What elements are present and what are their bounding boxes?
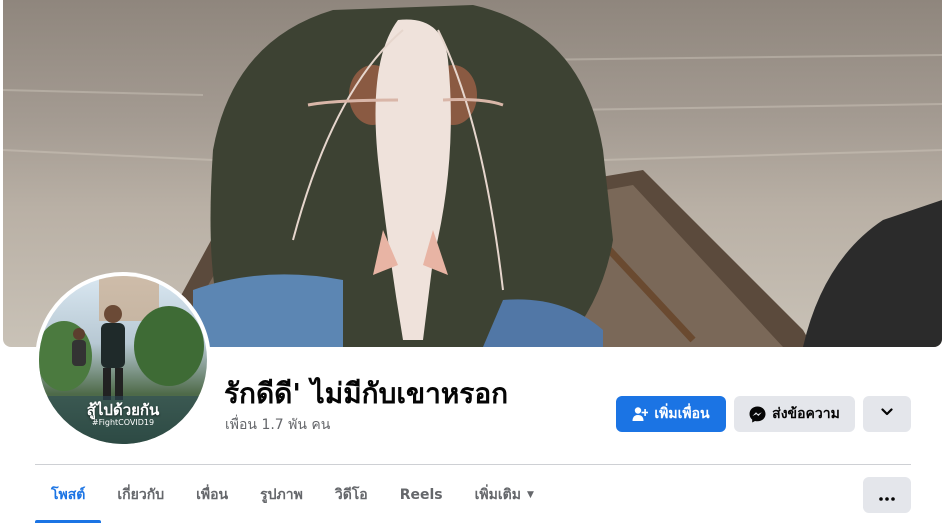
tab-label: รูปภาพ [260, 486, 303, 503]
profile-name: รักดีดี' ไม่มีกับเขาหรอก [224, 377, 509, 410]
avatar-photo: สู้ไปด้วยกัน #FightCOVID19 [39, 276, 207, 444]
message-button[interactable]: ส่งข้อความ [734, 396, 855, 432]
tab-more[interactable]: เพิ่มเติม ▼ [459, 466, 550, 523]
tab-label: วิดีโอ [334, 486, 368, 503]
tab-label: โพสต์ [51, 486, 86, 503]
messenger-icon [749, 406, 766, 423]
tab-friends[interactable]: เพื่อน [180, 466, 244, 523]
message-label: ส่งข้อความ [772, 406, 840, 422]
chevron-down-icon [880, 405, 894, 423]
tab-label: เพิ่มเติม [474, 486, 521, 503]
tab-label: เกี่ยวกับ [117, 486, 165, 503]
tab-posts[interactable]: โพสต์ [35, 466, 102, 523]
header-divider [35, 464, 911, 465]
tab-about[interactable]: เกี่ยวกับ [101, 466, 180, 523]
tab-reels[interactable]: Reels [384, 466, 459, 523]
more-actions-button[interactable] [863, 396, 911, 432]
tab-overflow-button[interactable] [863, 477, 911, 513]
tab-videos[interactable]: วิดีโอ [319, 466, 384, 523]
add-friend-label: เพิ่มเพื่อน [654, 406, 710, 422]
person-plus-icon [632, 406, 649, 422]
profile-tabs: โพสต์ เกี่ยวกับ เพื่อน รูปภาพ วิดีโอ Ree… [35, 466, 550, 523]
avatar-hashtag: #FightCOVID19 [91, 418, 155, 427]
tab-label: เพื่อน [196, 486, 229, 503]
tab-label: Reels [399, 486, 443, 503]
profile-avatar[interactable]: สู้ไปด้วยกัน #FightCOVID19 [35, 272, 211, 448]
friend-count[interactable]: เพื่อน 1.7 พัน คน [225, 414, 330, 436]
add-friend-button[interactable]: เพิ่มเพื่อน [616, 396, 726, 432]
caret-down-icon: ▼ [526, 489, 534, 500]
ellipsis-icon [879, 486, 895, 505]
tab-photos[interactable]: รูปภาพ [244, 466, 319, 523]
